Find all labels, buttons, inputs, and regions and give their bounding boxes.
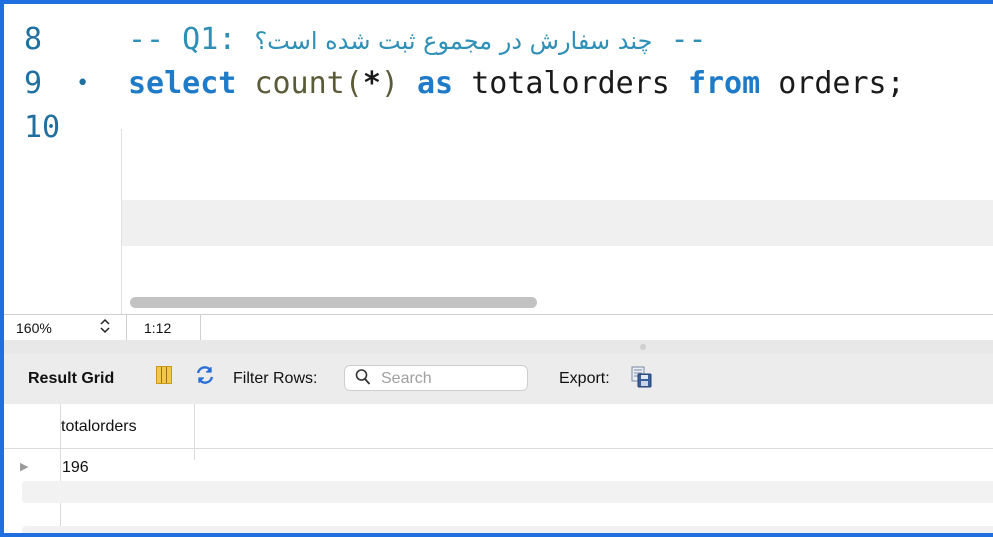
- paren-open: (: [344, 66, 363, 101]
- code-text: select count(*) as totalorders from orde…: [128, 62, 905, 106]
- grid-header-row: totalorders: [4, 404, 993, 449]
- line-number: 8: [24, 22, 43, 57]
- editor-highlight-band: [122, 200, 993, 246]
- comment-suffix: --: [670, 22, 707, 57]
- function-count: count: [254, 66, 345, 101]
- filter-rows-label: Filter Rows:: [233, 370, 318, 387]
- up-down-chevron-icon[interactable]: [100, 318, 110, 337]
- panel-splitter[interactable]: [4, 340, 993, 354]
- result-grid: totalorders ▶ 196: [4, 404, 993, 533]
- editor-status-bar: 160% 1:12: [4, 314, 993, 341]
- comment-prefix: -- Q1:: [128, 22, 237, 57]
- paren-close: ): [380, 66, 399, 101]
- status-divider: [200, 315, 201, 341]
- filter-search-box[interactable]: [344, 365, 528, 391]
- result-toolbar: Result Grid Filter Rows: Export:: [4, 354, 993, 405]
- star-token: *: [362, 66, 381, 101]
- filter-search-input[interactable]: [381, 369, 521, 389]
- code-text: -- Q1: چند سفارش در مجموع ثبت شده است؟ -…: [128, 18, 707, 63]
- column-divider: [194, 404, 195, 448]
- column-header-totalorders[interactable]: totalorders: [61, 418, 137, 436]
- table-identifier: orders: [778, 66, 887, 101]
- line-number: 9: [24, 66, 43, 101]
- app-window: 8 -- Q1: چند سفارش در مجموع ثبت شده است؟…: [0, 0, 993, 537]
- table-row: [22, 481, 993, 503]
- result-grid-tab[interactable]: Result Grid: [28, 370, 114, 388]
- search-icon: [355, 368, 371, 391]
- export-icon[interactable]: [630, 366, 652, 388]
- status-divider: [126, 315, 127, 341]
- comment-text: چند سفارش در مجموع ثبت شده است؟: [254, 27, 653, 55]
- columns-icon[interactable]: [156, 366, 172, 384]
- alias-identifier: totalorders: [471, 66, 670, 101]
- export-label: Export:: [559, 370, 610, 387]
- table-row: [22, 526, 993, 533]
- horizontal-scrollbar[interactable]: [122, 294, 993, 310]
- cursor-position: 1:12: [144, 320, 172, 336]
- table-row[interactable]: ▶ 196: [20, 457, 993, 479]
- statement-marker-icon: •: [76, 71, 90, 96]
- keyword-from: from: [687, 66, 761, 101]
- row-selector-arrow-icon[interactable]: ▶: [20, 460, 28, 473]
- line-number: 10: [24, 110, 61, 145]
- refresh-icon[interactable]: [194, 364, 216, 392]
- splitter-handle[interactable]: [640, 344, 646, 350]
- scrollbar-thumb[interactable]: [130, 297, 537, 308]
- keyword-as: as: [417, 66, 454, 101]
- keyword-select: select: [128, 66, 237, 101]
- zoom-level[interactable]: 160%: [16, 320, 52, 336]
- table-cell[interactable]: 196: [62, 457, 89, 479]
- sql-editor[interactable]: 8 -- Q1: چند سفارش در مجموع ثبت شده است؟…: [4, 4, 993, 314]
- semicolon: ;: [886, 66, 905, 101]
